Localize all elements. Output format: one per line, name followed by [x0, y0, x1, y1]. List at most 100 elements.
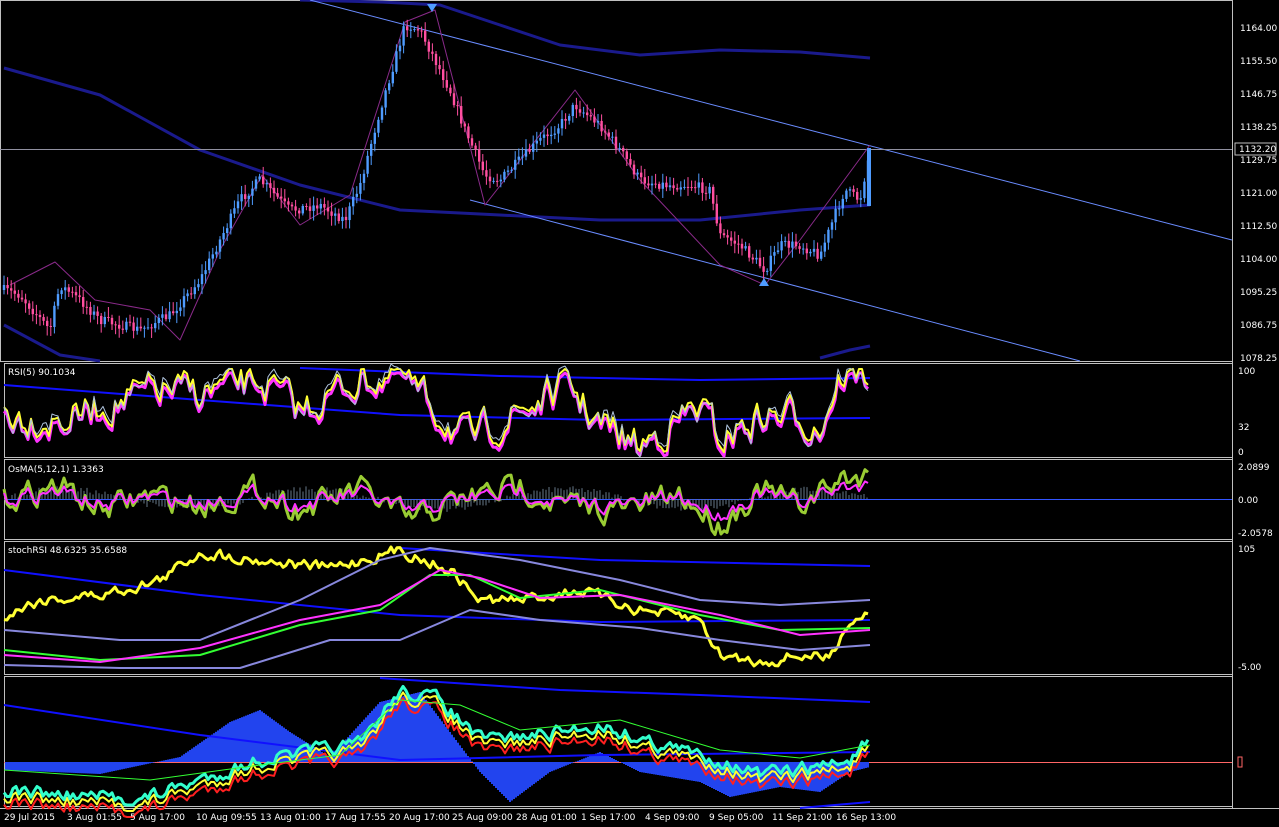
bottom-indicator-panel[interactable]: [2, 677, 1243, 818]
candle-body: [157, 317, 160, 324]
candle-body: [604, 131, 607, 133]
candle-body: [449, 87, 452, 94]
candle-body: [568, 116, 571, 121]
candle-body: [442, 69, 445, 81]
candle-body: [13, 290, 16, 294]
candle-body: [625, 151, 628, 159]
candle-body: [445, 80, 448, 88]
candle-body: [532, 143, 535, 152]
osma-tick-max: 2.0899: [1238, 463, 1270, 473]
osma-panel[interactable]: [2, 468, 1232, 537]
candle-body: [841, 198, 844, 209]
bottom-ma-upper: [379, 677, 871, 703]
candle-body: [481, 161, 484, 171]
price-panel[interactable]: [0, 0, 1233, 363]
osma-label: OsMA(5,12,1) 1.3363: [8, 465, 104, 475]
candle-body: [179, 307, 182, 311]
candle-body: [542, 134, 546, 138]
candle-body: [265, 183, 268, 185]
candle-body: [175, 310, 178, 314]
time-label: 17 Aug 17:55: [325, 813, 386, 823]
stochrsi-panel[interactable]: [3, 545, 871, 669]
candle-body: [49, 326, 52, 328]
candle-body: [438, 65, 441, 70]
candle-body: [550, 134, 553, 137]
candle-body: [20, 297, 24, 300]
time-label: 11 Sep 21:00: [772, 813, 832, 823]
moving-average-lower-left: [3, 323, 101, 363]
candle-body: [452, 93, 456, 106]
candle-body: [499, 179, 502, 182]
candle-body: [748, 246, 751, 258]
candle-body: [161, 314, 164, 318]
candle-body: [121, 328, 124, 330]
candle-body: [582, 112, 585, 114]
candle-body: [784, 240, 787, 242]
candle-body: [103, 316, 106, 325]
candle-body: [845, 190, 848, 199]
candle-body: [53, 305, 56, 327]
candle-body: [557, 128, 560, 134]
candle-body: [35, 314, 38, 316]
candle-body: [208, 258, 211, 271]
stoch-ma-lower: [3, 569, 871, 623]
candle-body: [809, 251, 812, 254]
candle-body: [82, 297, 85, 307]
time-label: 1 Sep 17:00: [581, 813, 636, 823]
candle-body: [859, 198, 862, 200]
last-candle: [867, 148, 871, 206]
candle-body: [506, 170, 510, 172]
candle-body: [676, 188, 679, 190]
candle-body: [668, 185, 672, 188]
candle-body: [326, 207, 330, 212]
candle-body: [139, 326, 142, 329]
candle-body: [362, 173, 366, 183]
candle-body: [56, 294, 60, 306]
rsi-ma-lower: [3, 384, 871, 421]
candle-body: [640, 172, 643, 178]
candle-body: [193, 287, 196, 295]
price-tick: 1095.25: [1240, 288, 1277, 298]
rsi-label: RSI(5) 90.1034: [8, 368, 76, 378]
candle-body: [564, 118, 567, 121]
candle-body: [24, 299, 27, 304]
candle-body: [560, 118, 564, 129]
candle-body: [827, 229, 830, 243]
candle-body: [366, 155, 369, 174]
candle-body: [762, 266, 765, 272]
candle-body: [172, 311, 175, 314]
candle-body: [312, 205, 315, 211]
candle-body: [863, 181, 866, 199]
candle-body: [589, 115, 592, 117]
candle-body: [758, 257, 762, 267]
stochrsi-label: stochRSI 48.6325 35.6588: [8, 546, 127, 556]
candle-body: [316, 205, 319, 209]
candle-body: [722, 233, 726, 236]
candle-body: [218, 239, 222, 252]
candle-body: [107, 316, 110, 318]
candle-body: [17, 293, 20, 298]
trading-chart[interactable]: RSI(5) 90.1034 OsMA(5,12,1) 1.3363 stoch…: [0, 0, 1279, 827]
candle-body: [521, 156, 524, 158]
stoch-green-line: [3, 574, 871, 661]
candle-body: [150, 327, 153, 329]
price-tick: 1146.75: [1240, 90, 1277, 100]
candle-body: [31, 308, 34, 315]
candle-body: [780, 241, 783, 251]
candle-body: [773, 252, 776, 256]
rsi-line: [3, 368, 869, 454]
candle-body: [233, 208, 236, 214]
candle-body: [517, 156, 520, 160]
candle-body: [737, 243, 740, 245]
candle-body: [460, 106, 463, 124]
candle-body: [614, 136, 618, 149]
candle-body: [820, 251, 823, 259]
candle-body: [280, 196, 283, 199]
candle-body: [492, 180, 495, 182]
candle-body: [823, 242, 826, 252]
candle-body: [222, 233, 225, 240]
time-label: 28 Aug 01:00: [516, 813, 577, 823]
rsi-panel[interactable]: [2, 363, 871, 458]
time-label: 25 Aug 09:00: [452, 813, 513, 823]
candle-body: [341, 216, 344, 222]
